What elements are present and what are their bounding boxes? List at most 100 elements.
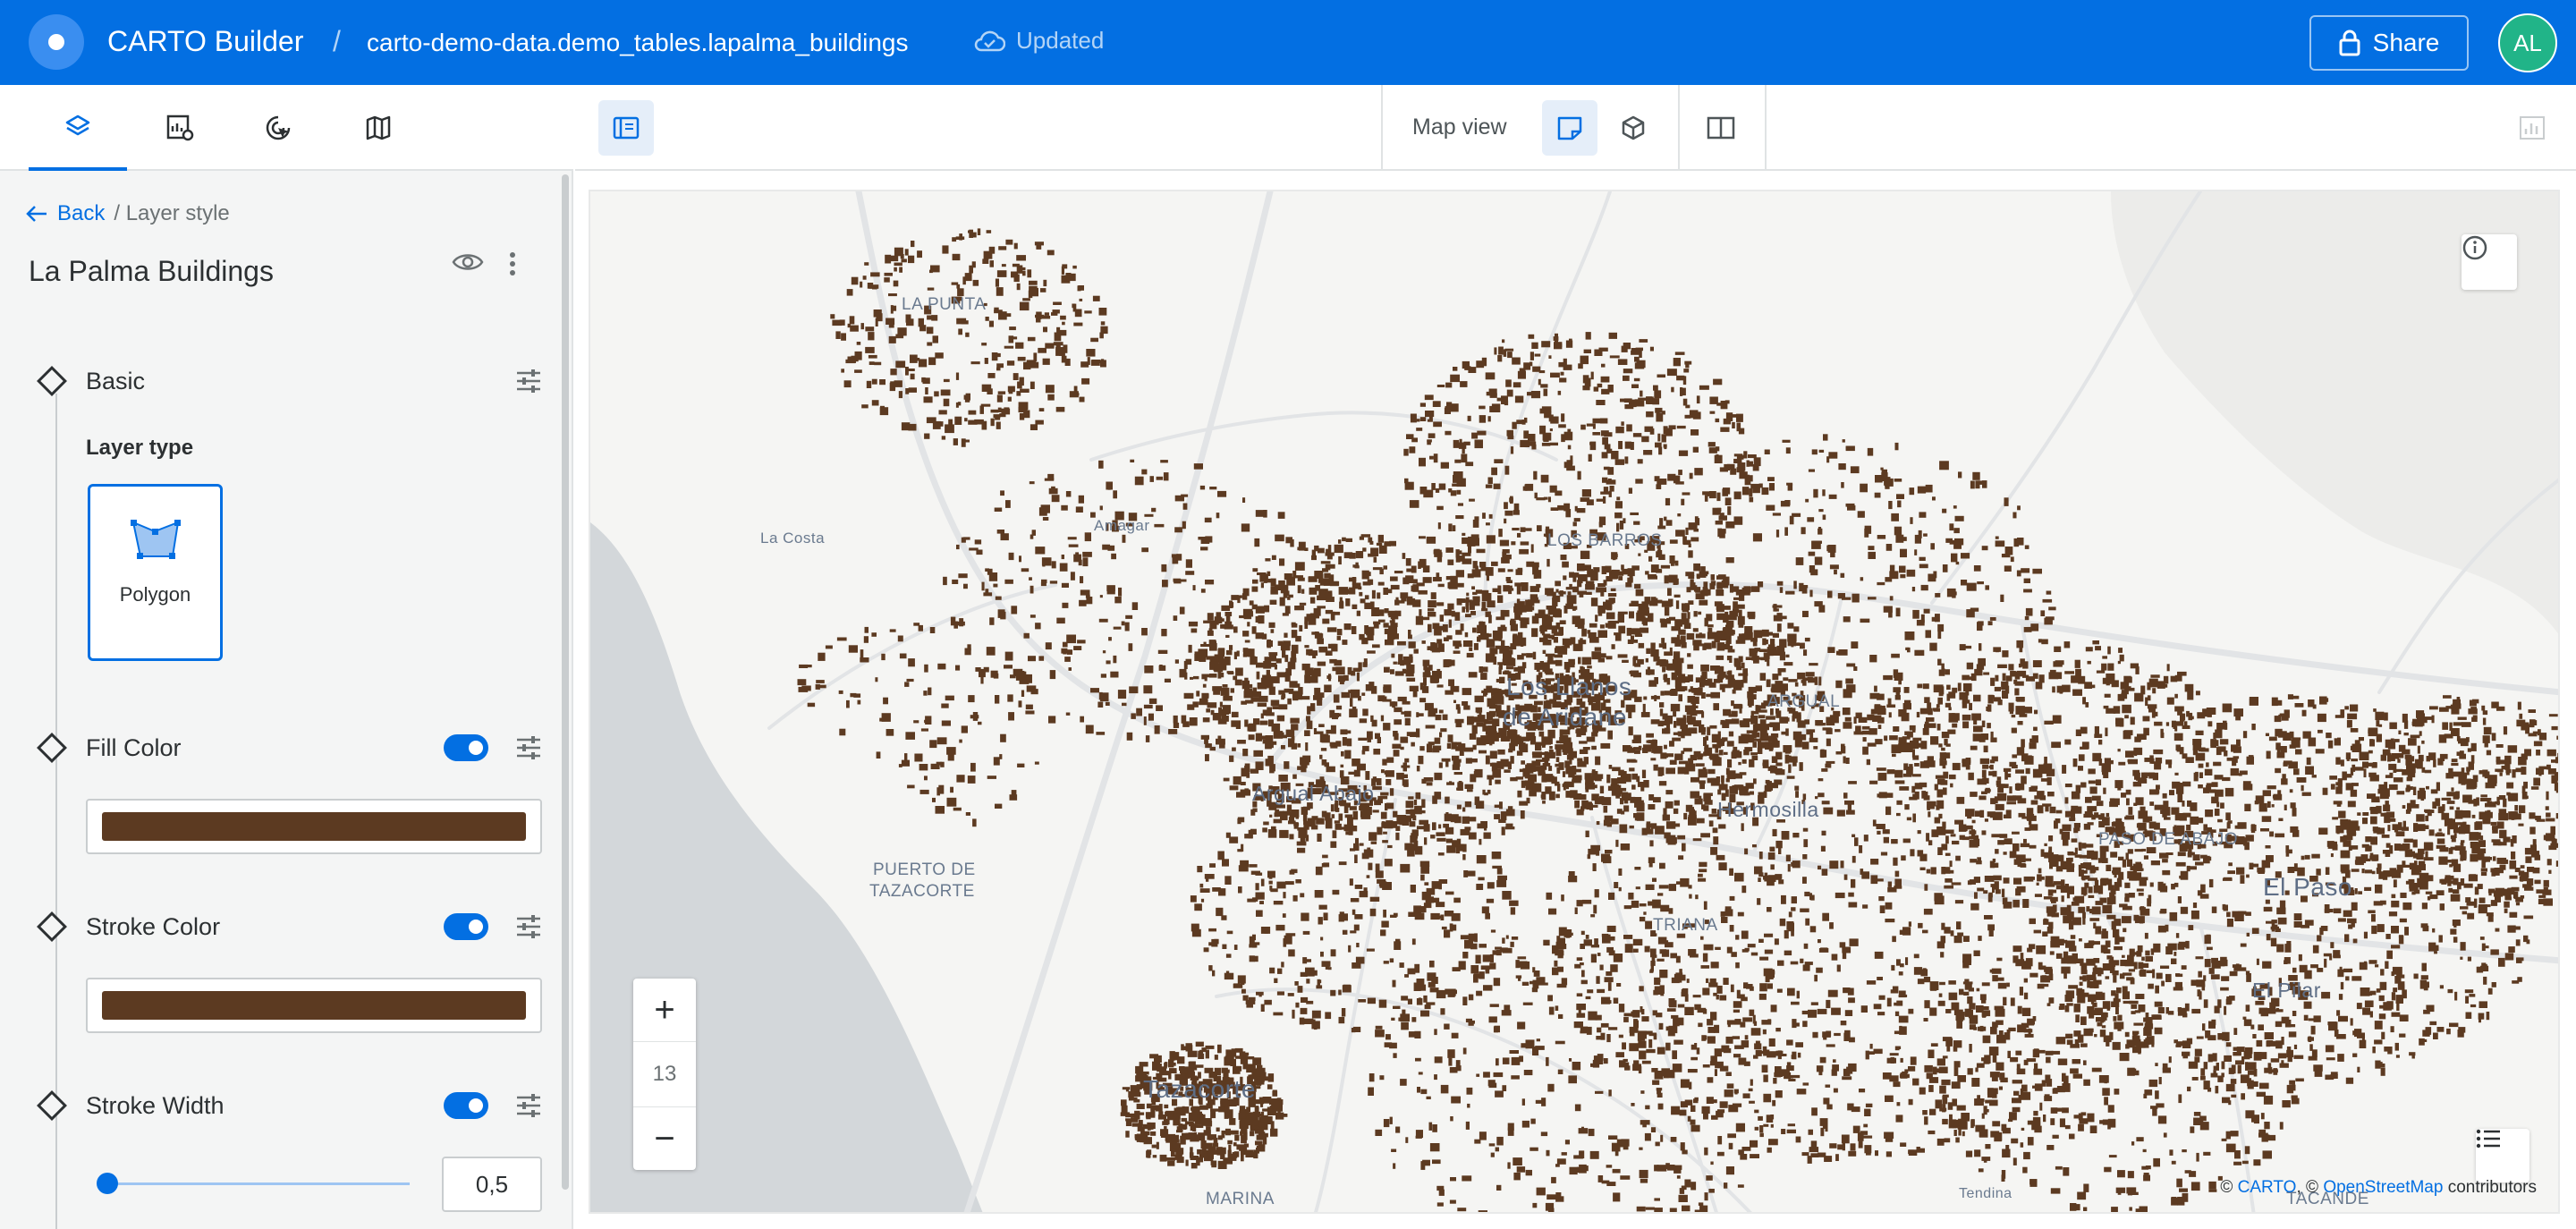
sidebar-scrollbar[interactable] [562,174,569,1190]
section-stroke-color[interactable]: Stroke Color [37,909,542,945]
more-vertical-icon[interactable] [509,250,516,277]
building [1741,759,1747,764]
building [2266,934,2271,941]
building [985,317,989,321]
split-view-button[interactable] [1693,100,1749,156]
building [2164,817,2171,820]
settings-sliders-icon[interactable] [515,914,542,939]
building [956,284,961,289]
building [872,284,877,290]
building [1162,1121,1169,1125]
building [2391,945,2401,949]
2d-view-button[interactable] [1542,100,1597,156]
building [2329,776,2337,780]
building [1233,675,1238,681]
building [1268,686,1275,695]
settings-sliders-icon[interactable] [515,1093,542,1118]
dataset-name[interactable]: carto-demo-data.demo_tables.lapalma_buil… [367,29,908,57]
building [2122,859,2126,868]
building [1787,755,1792,763]
building [1622,659,1629,663]
building [2370,990,2377,996]
building [1665,801,1674,809]
3d-view-button[interactable] [1606,100,1661,156]
building [1894,1011,1900,1016]
building [1362,581,1371,586]
building [2509,911,2518,918]
stroke-width-toggle[interactable] [444,1092,488,1119]
stroke-width-input[interactable]: 0,5 [442,1157,542,1212]
building [1072,265,1077,269]
back-link[interactable]: Back [57,201,105,226]
building [1973,950,1980,956]
stroke-width-slider[interactable] [98,1182,410,1185]
building [1244,688,1253,697]
fill-color-toggle[interactable] [444,734,488,761]
building [1953,936,1962,944]
building [1727,648,1735,653]
building [1646,733,1654,738]
polygon-type-card[interactable]: Polygon [88,484,223,661]
building [1843,874,1848,880]
tab-basemaps[interactable] [329,85,428,171]
building [1662,728,1671,734]
building [1475,589,1482,594]
building [991,352,998,361]
building [1291,742,1298,750]
building [1377,798,1383,804]
building [931,315,938,321]
building [1725,778,1730,783]
stroke-color-toggle[interactable] [444,913,488,940]
building [2248,755,2254,763]
map-canvas[interactable]: LA PUNTA La Costa Amagar LOS BARROS Los … [589,190,2560,1214]
stroke-width-slider-handle[interactable] [97,1173,119,1194]
building [1802,964,1810,971]
toggle-panel-button[interactable] [598,100,654,156]
building [1743,750,1750,756]
building [2222,776,2231,782]
building [888,335,896,343]
share-button[interactable]: Share [2309,15,2469,71]
building [1404,717,1411,726]
section-basic[interactable]: Basic [37,363,542,399]
eye-icon[interactable] [452,250,484,274]
building [1759,719,1767,725]
section-fill-color-label: Fill Color [86,733,182,761]
fill-color-picker[interactable] [86,799,542,854]
building [1386,802,1394,809]
building [1462,701,1469,706]
building [1531,751,1541,755]
building [2480,871,2487,877]
building [1987,723,1991,729]
settings-sliders-icon[interactable] [515,735,542,760]
avatar[interactable]: AL [2498,13,2557,72]
building [1045,385,1055,394]
stroke-color-picker[interactable] [86,978,542,1033]
tab-layers[interactable] [29,85,127,171]
building [1723,751,1728,755]
arrow-left-icon[interactable] [25,204,48,224]
section-fill-color[interactable]: Fill Color [37,730,542,766]
building [988,320,994,327]
building [1175,1118,1179,1123]
building [1716,655,1724,660]
building [1284,674,1291,682]
building [1709,756,1720,760]
building [2396,1003,2400,1011]
building [2253,1069,2258,1077]
building [2029,972,2038,978]
tab-widgets[interactable] [131,85,229,171]
building [1419,698,1427,703]
chart-icon[interactable] [2519,115,2546,140]
tab-interactions[interactable] [229,85,327,171]
building [1377,736,1381,743]
building [1452,755,1460,761]
carto-logo-icon[interactable] [29,14,84,70]
section-stroke-width[interactable]: Stroke Width [37,1088,542,1123]
building [1718,862,1727,871]
building [1999,834,2008,838]
settings-sliders-icon[interactable] [515,369,542,394]
building [2451,762,2459,767]
building [1752,738,1761,742]
building [1546,892,1553,900]
